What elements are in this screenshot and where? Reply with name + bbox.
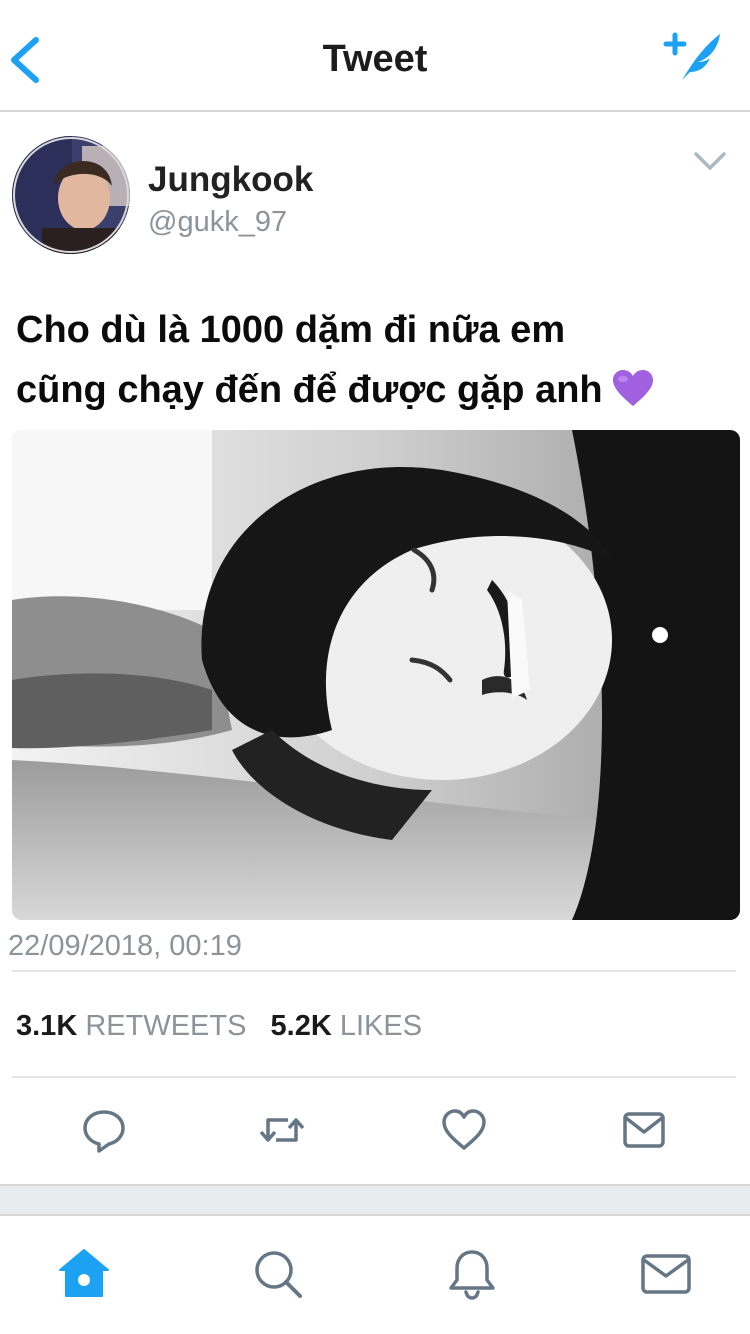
avatar[interactable] (12, 136, 130, 254)
direct-message-button[interactable] (620, 1106, 668, 1154)
like-icon (442, 1109, 486, 1150)
search-icon (255, 1251, 302, 1298)
divider (12, 1076, 736, 1078)
retweet-button[interactable] (258, 1106, 306, 1154)
nav-header: Tweet (0, 0, 750, 112)
divider (12, 970, 736, 972)
avatar-photo (12, 136, 130, 254)
tweet-media-photo[interactable] (12, 430, 740, 920)
tab-messages[interactable] (638, 1246, 694, 1302)
retweets-count[interactable]: 3.1K (16, 1010, 77, 1042)
direct-message-icon (623, 1112, 665, 1148)
section-separator (0, 1184, 750, 1216)
like-button[interactable] (440, 1106, 488, 1154)
tweet-action-bar (0, 1080, 750, 1180)
tweet-text-line: Cho dù là 1000 dặm đi nữa em (16, 309, 566, 351)
author-name[interactable]: Jungkook (148, 160, 313, 200)
bottom-tab-bar (0, 1216, 750, 1334)
tweet-text-line: cũng chạy đến để được gặp anh (16, 369, 603, 411)
tweet-stats: 3.1K RETWEETS 5.2K LIKES (16, 1010, 438, 1043)
more-options-button[interactable] (690, 146, 730, 176)
tweet-detail-screen: Tweet Jungkook @gukk_97 Cho dù là 1000 d… (0, 0, 750, 1334)
purple-heart-icon (611, 366, 655, 426)
author-handle[interactable]: @gukk_97 (148, 206, 287, 239)
reply-icon (83, 1110, 125, 1153)
compose-tweet-button[interactable] (662, 28, 726, 84)
likes-count[interactable]: 5.2K (271, 1010, 332, 1042)
tweet-timestamp: 22/09/2018, 00:19 (8, 930, 242, 962)
tab-notifications[interactable] (444, 1246, 500, 1302)
home-icon (59, 1249, 109, 1297)
photo-image (12, 430, 740, 920)
retweet-icon (259, 1118, 305, 1142)
notifications-icon (449, 1250, 495, 1300)
tweet-text: Cho dù là 1000 dặm đi nữa em cũng chạy đ… (16, 300, 738, 426)
likes-label[interactable]: LIKES (340, 1010, 422, 1042)
compose-tweet-icon (663, 32, 720, 80)
page-title: Tweet (322, 38, 428, 80)
messages-icon (641, 1254, 691, 1294)
tab-home[interactable] (56, 1246, 112, 1302)
tab-search[interactable] (250, 1246, 306, 1302)
reply-button[interactable] (80, 1106, 128, 1154)
chevron-down-icon (694, 152, 726, 170)
retweets-label[interactable]: RETWEETS (85, 1010, 246, 1042)
